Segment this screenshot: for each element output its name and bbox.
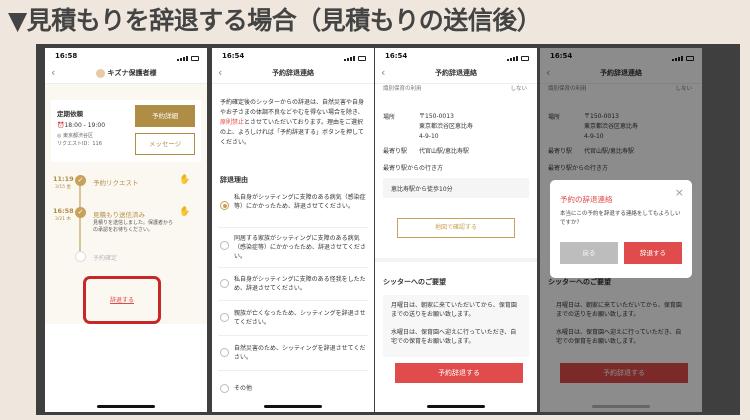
- reason-label: その他: [234, 385, 253, 392]
- reason-radio[interactable]: [220, 241, 229, 250]
- info-label: 識別保育の利用: [383, 86, 422, 92]
- nav-avatar-icon: [95, 68, 105, 78]
- request-text: 月曜日は、朝家に来ていただいてから、保育園までの送りをお願い致します。 水曜日は…: [383, 295, 529, 357]
- message-button[interactable]: メッセージ: [135, 133, 195, 155]
- signal-battery-icon: [177, 53, 199, 61]
- back-chevron-icon[interactable]: ‹: [218, 62, 222, 84]
- timeline-time: 11:19: [53, 175, 74, 183]
- dialog-back-button[interactable]: 戻る: [560, 242, 618, 264]
- hand-icon: ✋: [179, 207, 191, 217]
- reason-label: 親族が亡くなったため、シッティングを辞退させてください。: [234, 310, 366, 326]
- request-card: 定期依頼 ⏰18:00 - 19:00 ◎ 東京都渋谷区 リクエストID：116…: [51, 100, 201, 162]
- timeline-label: 見積もり送信済み: [93, 211, 145, 219]
- reason-radio[interactable]: [220, 348, 229, 357]
- station-label: 最寄り駅: [383, 148, 408, 155]
- dialog-title: 予約の辞退連絡: [560, 195, 613, 204]
- phone-screen-decline-reasons: 16:54 ‹ 予約辞退連絡 予約確定後のシッターからの辞退は、自然災害や自身やお…: [212, 48, 374, 412]
- reason-radio[interactable]: [220, 313, 229, 322]
- map-button[interactable]: 地図で確認する: [397, 218, 515, 238]
- confirm-dialog: 予約の辞退連絡 × 本当にこの予約を辞退する連絡をしてもよろしいですか？ 戻る …: [550, 180, 692, 278]
- intro-text-a: 予約確定後のシッターからの辞退は、自然災害や自身やお子さまの体調不良などやむを得…: [220, 99, 365, 116]
- status-time: 16:54: [385, 52, 408, 60]
- request-type: 定期依頼: [57, 110, 83, 118]
- nav-bar: ‹ 予約辞退連絡: [375, 62, 537, 84]
- intro-text-red: 原則禁止: [220, 119, 245, 126]
- status-time: 16:58: [55, 52, 78, 60]
- dialog-text: 本当にこの予約を辞退する連絡をしてもよろしいですか？: [560, 211, 681, 226]
- request-heading: シッターへのご要望: [383, 278, 446, 286]
- reason-label: 自然災害のため、シッティングを辞退させてください。: [234, 345, 366, 361]
- phone-screen-decline-dialog: 16:54 ‹ 予約辞退連絡 識別保育の利用 しない 場所 〒150-0013 東…: [540, 48, 702, 412]
- section-gap: [375, 258, 537, 262]
- signal-battery-icon: [344, 53, 366, 61]
- reason-label: 私自身がシッティングに支障のある怪我をしたため、辞退させてください。: [234, 276, 366, 292]
- divider: [218, 267, 368, 268]
- reason-label: 同居する家族がシッティングに支障のある病気（感染症等）にかかったため、辞退させて…: [234, 235, 366, 260]
- info-value: しない: [510, 86, 527, 92]
- nav-title: キズナ保護者様: [107, 69, 157, 77]
- timeline-time: 16:58: [53, 207, 74, 215]
- back-chevron-icon[interactable]: ‹: [381, 62, 385, 84]
- check-icon: ✓: [75, 175, 86, 186]
- dialog-confirm-button[interactable]: 辞退する: [624, 242, 682, 264]
- nav-bar: ‹ 予約辞退連絡: [212, 62, 374, 84]
- pending-dot: [75, 251, 86, 262]
- intro-text: 予約確定後のシッターからの辞退は、自然災害や自身やお子さまの体調不良などやむを得…: [220, 98, 366, 148]
- phone-screen-request-detail: 16:58 ‹ キズナ保護者様 定期依頼 ⏰18:00 - 19:00 ◎ 東京都…: [45, 48, 207, 412]
- status-bar: 16:58: [45, 48, 207, 62]
- request-place: ◎ 東京都渋谷区: [57, 133, 93, 139]
- divider: [218, 227, 368, 228]
- timeline-date: 3/15 金: [55, 185, 72, 190]
- back-chevron-icon[interactable]: ‹: [51, 62, 55, 84]
- divider: [218, 300, 368, 301]
- decline-submit-button[interactable]: 予約辞退する: [395, 363, 523, 383]
- timeline-label: 予約リクエスト: [93, 179, 139, 187]
- status-bar: 16:54: [212, 48, 374, 62]
- phone-screen-decline-confirm: 16:54 ‹ 予約辞退連絡 識別保育の利用 しない 場所 〒150-0013 東…: [375, 48, 537, 412]
- nav-title: 予約辞退連絡: [272, 69, 314, 77]
- request-time: ⏰18:00 - 19:00: [57, 122, 106, 129]
- page-title: ▼見積もりを辞退する場合（見積もりの送信後）: [8, 6, 542, 35]
- status-bar: 16:54: [375, 48, 537, 62]
- close-icon[interactable]: ×: [675, 186, 684, 199]
- timeline-label: 予約確定: [93, 255, 118, 262]
- reason-radio[interactable]: [220, 279, 229, 288]
- location-label: 場所: [383, 114, 396, 121]
- station-value: 代官山駅/恵比寿駅: [419, 148, 470, 155]
- home-indicator: [264, 405, 322, 408]
- reservation-detail-button[interactable]: 予約詳細: [135, 105, 195, 127]
- home-indicator: [97, 405, 155, 408]
- home-indicator: [592, 405, 650, 408]
- route-label: 最寄り駅からの行き方: [383, 165, 444, 172]
- divider: [218, 335, 368, 336]
- divider: [218, 370, 368, 371]
- location-value: 〒150-0013 東京都渋谷区恵比寿 4-9-10: [419, 113, 474, 140]
- route-value: 恵比寿駅から徒歩10分: [383, 178, 529, 198]
- reason-radio[interactable]: [220, 201, 229, 210]
- hand-icon: ✋: [179, 175, 191, 185]
- section-heading: 辞退理由: [220, 176, 248, 184]
- status-time: 16:54: [222, 52, 245, 60]
- nav-title: 予約辞退連絡: [435, 69, 477, 77]
- request-id: リクエストID：116: [57, 141, 102, 147]
- signal-battery-icon: [507, 53, 529, 61]
- reason-label: 私自身がシッティングに支障のある病気（感染症等）にかかったため、辞退させてくださ…: [234, 194, 366, 210]
- reason-radio[interactable]: [220, 384, 229, 393]
- timeline-desc: 見積りを送信しました。保護者からの承認をお待ちください。: [93, 220, 174, 233]
- decline-link[interactable]: 辞退する: [83, 295, 161, 304]
- home-indicator: [427, 405, 485, 408]
- nav-bar: ‹ キズナ保護者様: [45, 62, 207, 84]
- timeline-date: 3/21 木: [55, 217, 72, 222]
- check-icon: ✓: [75, 207, 86, 218]
